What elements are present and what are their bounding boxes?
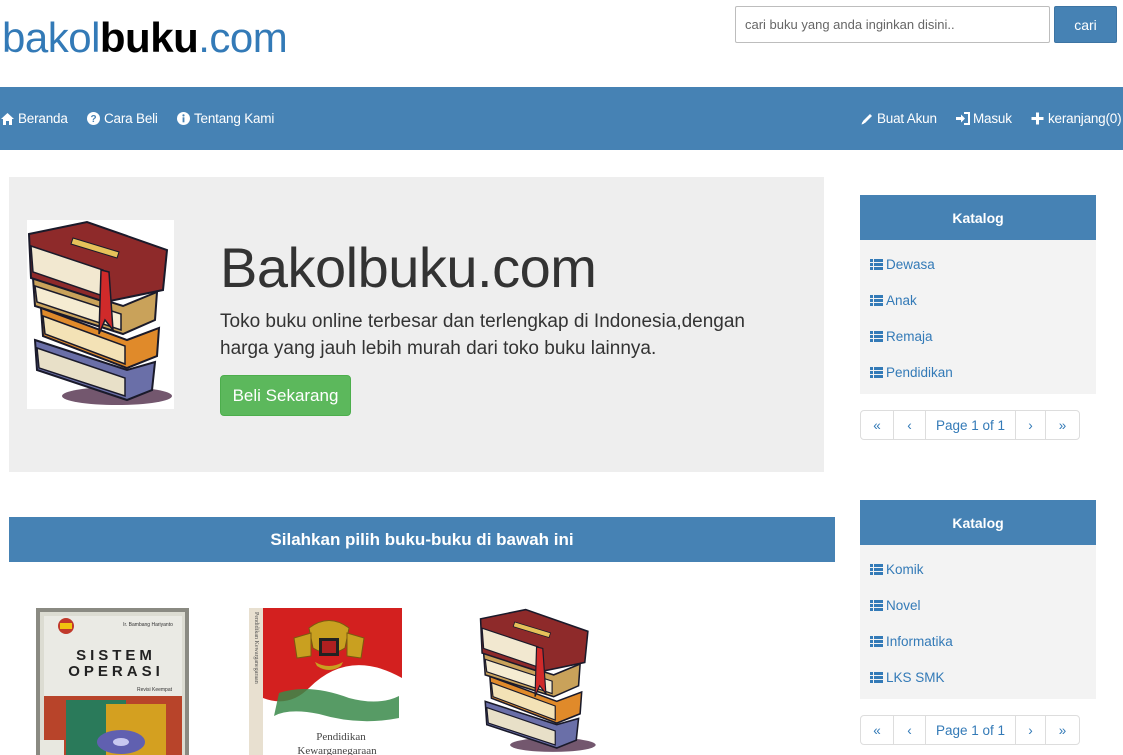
catalog-list: Komik Novel Informatika LKS SMK [860,545,1096,699]
main-navbar: Beranda ? Cara Beli Tentang Kami Buat Ak… [0,87,1123,150]
pager-next-button[interactable]: › [1016,411,1046,439]
catalog-item-label: Remaja [886,328,933,344]
product-title-line2: Kewarganegaraan [297,745,377,755]
hero-jumbotron: Bakolbuku.com Toko buku online terbesar … [9,177,824,472]
pager-page-indicator: Page 1 of 1 [926,716,1016,744]
catalog-item-label: Anak [886,292,917,308]
plus-icon [1030,111,1045,126]
pager-first-button[interactable]: « [861,716,894,744]
pager-last-button[interactable]: » [1046,411,1079,439]
hero-title: Bakolbuku.com [220,236,597,299]
catalog-panel-1: Katalog Dewasa Anak Remaja Pendidikan [860,195,1096,394]
list-icon [870,294,883,306]
catalog-item-lks-smk[interactable]: LKS SMK [860,659,1096,695]
pager-next-button[interactable]: › [1016,716,1046,744]
catalog-item-anak[interactable]: Anak [860,282,1096,318]
pager-first-button[interactable]: « [861,411,894,439]
product-card-sistem-operasi[interactable]: Ir. Bambang Hariyanto SISTEM OPERASI Rev… [36,608,189,755]
catalog-item-pendidikan[interactable]: Pendidikan [860,354,1096,390]
nav-keranjang[interactable]: keranjang(0) [1030,87,1122,150]
hero-description: Toko buku online terbesar dan terlengkap… [220,311,745,359]
product-subtitle: Revisi Keempat [137,687,173,693]
buy-now-button[interactable]: Beli Sekarang [220,375,351,416]
nav-tentang-kami[interactable]: Tentang Kami [176,87,274,150]
catalog-item-label: Dewasa [886,256,935,272]
list-icon [870,635,883,647]
nav-masuk[interactable]: Masuk [955,87,1012,150]
site-logo[interactable]: bakolbuku.com [2,14,288,62]
books-stack-image [27,220,174,409]
svg-text:?: ? [91,114,97,125]
catalog-pager-1: « ‹ Page 1 of 1 › » [860,410,1080,440]
login-icon [955,111,970,126]
list-icon [870,330,883,342]
question-circle-icon: ? [86,111,101,126]
catalog-list: Dewasa Anak Remaja Pendidikan [860,240,1096,394]
nav-cara-beli[interactable]: ? Cara Beli [86,87,158,150]
product-card-pkn[interactable]: Pendidikan Kewarganegaraan Pendidikan Ke… [249,608,402,755]
catalog-item-komik[interactable]: Komik [860,551,1096,587]
nav-label: keranjang(0) [1048,111,1122,126]
catalog-item-label: Komik [886,561,924,577]
nav-buat-akun[interactable]: Buat Akun [859,87,937,150]
pager-page-indicator: Page 1 of 1 [926,411,1016,439]
catalog-pager-2: « ‹ Page 1 of 1 › » [860,715,1080,745]
nav-label: Cara Beli [104,111,158,126]
nav-label: Masuk [973,111,1012,126]
info-circle-icon [176,111,191,126]
logo-part-buku: buku [99,14,199,61]
catalog-panel-title: Katalog [860,500,1096,545]
catalog-item-novel[interactable]: Novel [860,587,1096,623]
catalog-item-label: Informatika [886,633,953,649]
list-icon [870,366,883,378]
catalog-panel-2: Katalog Komik Novel Informatika LKS SMK [860,500,1096,699]
product-title-line1: Pendidikan [316,731,366,743]
pencil-icon [859,111,874,126]
list-icon [870,671,883,683]
list-icon [870,563,883,575]
catalog-item-remaja[interactable]: Remaja [860,318,1096,354]
home-icon [0,111,15,126]
catalog-item-label: LKS SMK [886,669,945,685]
list-icon [870,599,883,611]
product-section-header: Silahkan pilih buku-buku di bawah ini [9,517,835,562]
catalog-item-informatika[interactable]: Informatika [860,623,1096,659]
pager-last-button[interactable]: » [1046,716,1079,744]
logo-part-bakol: bakol [2,14,100,61]
product-title-line2: OPERASI [68,663,164,680]
catalog-item-label: Pendidikan [886,364,953,380]
catalog-panel-title: Katalog [860,195,1096,240]
product-title-line1: SISTEM [76,647,156,664]
product-author: Ir. Bambang Hariyanto [123,622,173,628]
nav-label: Buat Akun [877,111,937,126]
logo-part-com: .com [198,14,288,61]
nav-label: Beranda [18,111,68,126]
catalog-item-dewasa[interactable]: Dewasa [860,246,1096,282]
nav-label: Tentang Kami [194,111,275,126]
nav-beranda[interactable]: Beranda [0,87,68,150]
product-card-book-stack[interactable] [462,608,615,755]
catalog-item-label: Novel [886,597,921,613]
pager-prev-button[interactable]: ‹ [894,716,926,744]
list-icon [870,258,883,270]
product-spine-text: Pendidikan Kewarganegaraan [253,612,259,684]
search-button[interactable]: cari [1054,6,1117,43]
search-input[interactable] [735,6,1050,43]
pager-prev-button[interactable]: ‹ [894,411,926,439]
